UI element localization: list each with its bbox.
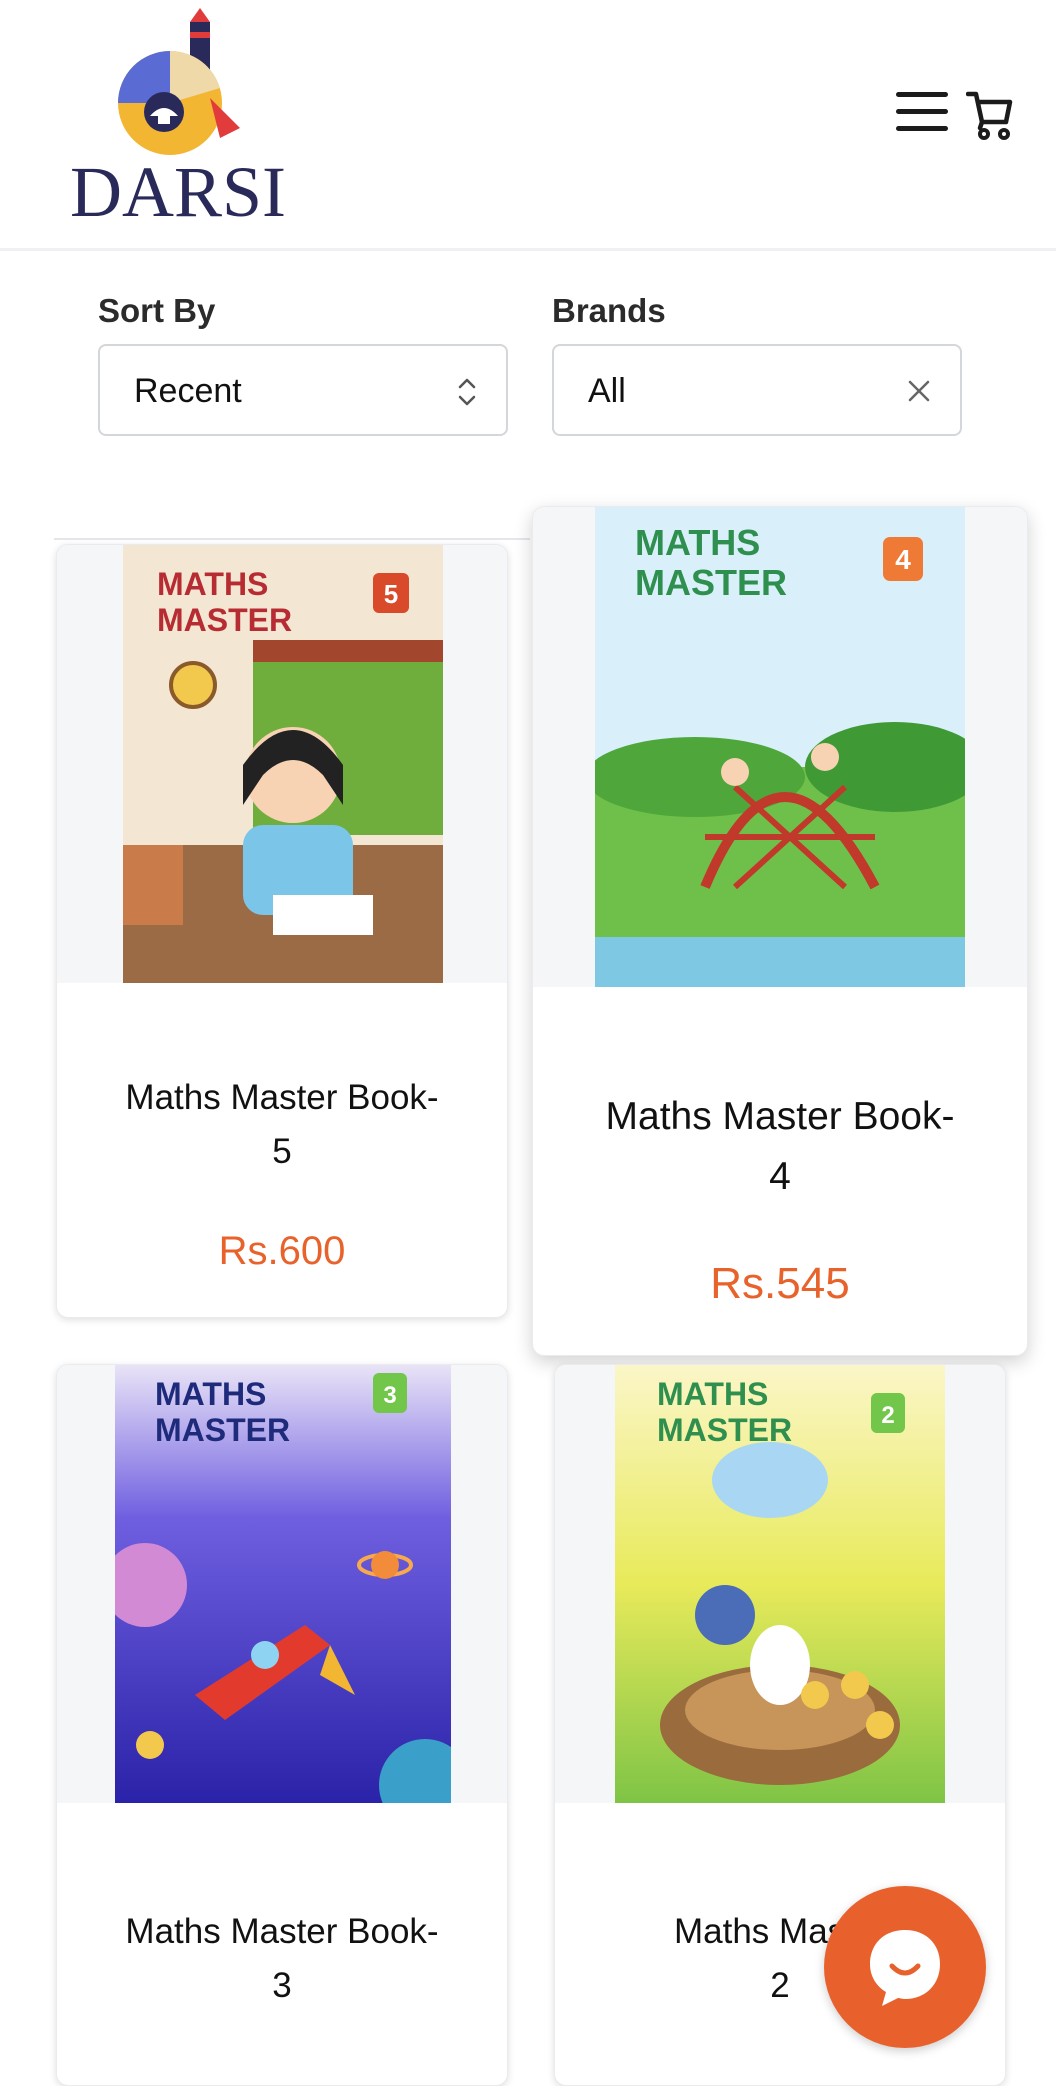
- darsi-logo[interactable]: DARSI: [70, 8, 290, 223]
- product-cover-image[interactable]: MATHS MASTER 2: [615, 1365, 945, 1803]
- chevron-updown-icon: [458, 378, 476, 406]
- hamburger-menu-icon[interactable]: [896, 92, 948, 136]
- product-price: Rs.600: [218, 1229, 346, 1273]
- chat-bubble-icon: [870, 1930, 940, 2006]
- chat-button[interactable]: [824, 1886, 986, 2048]
- product-title[interactable]: Maths Master Book- 4: [533, 1087, 1027, 1208]
- svg-text:MASTER: MASTER: [157, 602, 292, 638]
- brands-label: Brands: [552, 292, 666, 329]
- sort-by-label: Sort By: [98, 292, 216, 329]
- product-card[interactable]: MATHS MASTER 3 Maths Master Book- 3: [56, 1364, 508, 2086]
- product-cover-image[interactable]: MATHS MASTER 4: [595, 507, 965, 987]
- svg-text:2: 2: [881, 1402, 894, 1429]
- brands-select[interactable]: All: [552, 344, 962, 436]
- svg-text:MATHS: MATHS: [635, 522, 760, 563]
- svg-text:MATHS: MATHS: [657, 1376, 768, 1412]
- product-image-area: MATHS MASTER 4: [533, 507, 1027, 987]
- svg-text:MASTER: MASTER: [635, 562, 787, 603]
- svg-text:MASTER: MASTER: [657, 1412, 792, 1448]
- shopping-cart-icon[interactable]: [966, 88, 1014, 140]
- svg-text:3: 3: [383, 1382, 396, 1409]
- product-cover-image[interactable]: MATHS MASTER 3: [115, 1365, 451, 1803]
- sort-by-value: Recent: [134, 372, 242, 410]
- svg-text:MASTER: MASTER: [155, 1412, 290, 1448]
- product-card[interactable]: MATHS MASTER 5 Maths Master Book- 5 Rs.6…: [56, 544, 508, 1318]
- product-image-area: MATHS MASTER 3: [57, 1365, 507, 1803]
- product-cover-image[interactable]: MATHS MASTER 5: [123, 545, 443, 983]
- svg-text:DARSI: DARSI: [70, 152, 286, 223]
- sort-by-select[interactable]: Recent: [98, 344, 508, 436]
- product-title[interactable]: Maths Master Book- 3: [57, 1905, 507, 2014]
- product-image-area: MATHS MASTER 2: [555, 1365, 1005, 1803]
- site-header: DARSI: [0, 0, 1056, 251]
- product-title[interactable]: Maths Master Book- 5: [57, 1071, 507, 1180]
- product-price: Rs.545: [710, 1259, 850, 1308]
- svg-text:5: 5: [384, 579, 398, 609]
- close-icon[interactable]: [902, 374, 936, 408]
- svg-text:MATHS: MATHS: [155, 1376, 266, 1412]
- brands-value: All: [588, 372, 626, 410]
- product-card[interactable]: MATHS MASTER 4 Maths Master Book- 4 Rs.5…: [532, 506, 1028, 1356]
- svg-text:4: 4: [895, 544, 911, 575]
- product-image-area: MATHS MASTER 5: [57, 545, 507, 983]
- divider: [54, 538, 530, 540]
- svg-text:MATHS: MATHS: [157, 566, 268, 602]
